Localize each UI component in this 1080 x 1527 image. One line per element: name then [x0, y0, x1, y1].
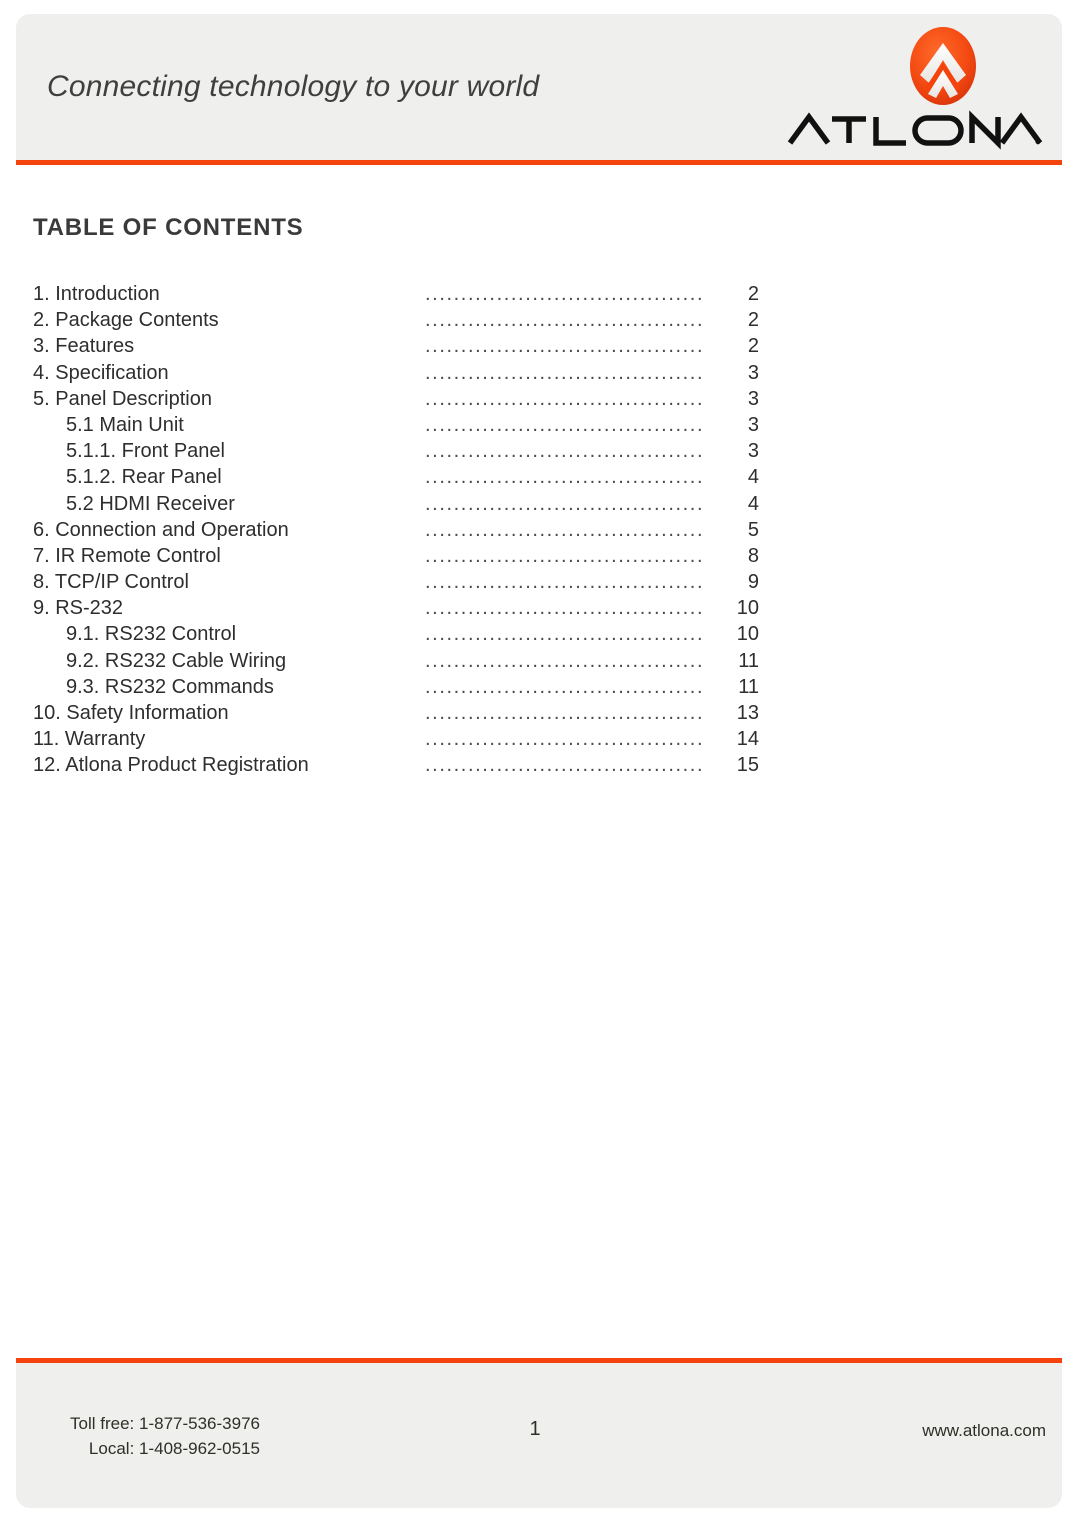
page-title: TABLE OF CONTENTS — [33, 214, 304, 241]
toc-entry[interactable]: 9.1. RS232 Control......................… — [33, 621, 759, 647]
toc-entry-page-number: 4 — [747, 492, 759, 515]
toc-entry[interactable]: 9.3. RS232 Commands.....................… — [33, 674, 759, 700]
footer-website: www.atlona.com — [922, 1421, 1046, 1440]
toc-leader-dots: ........................................… — [425, 702, 701, 724]
toc-entry[interactable]: 7. IR Remote Control....................… — [33, 543, 759, 569]
toc-leader-dots: ........................................… — [425, 518, 701, 541]
toc-entry-label: 5. Panel Description — [33, 387, 212, 410]
toc-leader-dots: ........................................… — [425, 309, 701, 332]
toc-entry[interactable]: 10. Safety Information..................… — [33, 700, 759, 726]
toc-entry[interactable]: 6. Connection and Operation.............… — [33, 517, 759, 543]
footer-contact-info: Toll free: 1-877-536-3976 Local: 1-408-9… — [30, 1411, 260, 1461]
toc-leader-dots: ........................................… — [425, 544, 701, 567]
toc-entry-label: 11. Warranty — [33, 728, 146, 751]
table-of-contents-list: 1. Introduction.........................… — [33, 281, 759, 779]
footer-toll-free: Toll free: 1-877-536-3976 — [70, 1414, 260, 1433]
document-page: Connecting technology to your world TABL… — [0, 0, 1080, 1527]
toc-entry[interactable]: 11. Warranty............................… — [33, 726, 759, 752]
toc-entry[interactable]: 4. Specification........................… — [33, 360, 759, 386]
toc-leader-dots: ........................................… — [425, 413, 701, 436]
atlona-chevron-logo-icon — [903, 26, 983, 106]
toc-entry[interactable]: 9. RS-232...............................… — [33, 595, 759, 621]
toc-entry-page-number: 5 — [747, 518, 759, 541]
toc-entry-page-number: 3 — [747, 413, 759, 436]
toc-leader-dots: ........................................… — [425, 675, 701, 698]
toc-entry[interactable]: 1. Introduction.........................… — [33, 281, 759, 307]
toc-entry-page-number: 3 — [747, 387, 759, 410]
toc-leader-dots: ........................................… — [425, 387, 701, 410]
toc-leader-dots: ........................................… — [425, 649, 701, 672]
toc-entry-page-number: 10 — [736, 597, 759, 620]
toc-entry[interactable]: 3. Features.............................… — [33, 333, 759, 359]
toc-entry-label: 5.1.1. Front Panel — [66, 440, 225, 463]
header-accent-rule — [16, 160, 1062, 165]
toc-entry[interactable]: 5.2 HDMI Receiver.......................… — [33, 491, 759, 517]
toc-leader-dots: ........................................… — [425, 492, 701, 515]
toc-entry-label: 1. Introduction — [33, 283, 160, 305]
toc-entry[interactable]: 5. Panel Description....................… — [33, 386, 759, 412]
toc-entry-page-number: 10 — [736, 623, 759, 646]
toc-entry-label: 9.3. RS232 Commands — [66, 675, 274, 698]
toc-entry-page-number: 2 — [747, 335, 759, 358]
toc-leader-dots: ........................................… — [425, 623, 701, 646]
toc-entry-page-number: 2 — [747, 283, 759, 305]
toc-leader-dots: ........................................… — [425, 335, 701, 358]
toc-leader-dots: ........................................… — [425, 440, 701, 463]
toc-entry-page-number: 8 — [747, 544, 759, 567]
toc-entry-page-number: 9 — [747, 571, 759, 594]
header-tagline: Connecting technology to your world — [47, 70, 540, 103]
toc-entry[interactable]: 9.2. RS232 Cable Wiring.................… — [33, 648, 759, 674]
toc-entry-label: 3. Features — [33, 335, 135, 358]
toc-entry-label: 9. RS-232 — [33, 597, 124, 620]
toc-leader-dots: ........................................… — [425, 754, 701, 777]
toc-entry-label: 2. Package Contents — [33, 309, 219, 332]
toc-entry-label: 5.1.2. Rear Panel — [66, 466, 222, 489]
toc-entry-page-number: 4 — [747, 466, 759, 489]
footer-local-phone: Local: 1-408-962-0515 — [88, 1439, 260, 1458]
toc-entry-label: 10. Safety Information — [33, 702, 229, 724]
toc-leader-dots: ........................................… — [425, 466, 701, 489]
atlona-logo — [780, 26, 1046, 151]
toc-entry-page-number: 14 — [736, 728, 759, 751]
toc-entry-page-number: 3 — [747, 361, 759, 384]
toc-entry[interactable]: 2. Package Contents.....................… — [33, 307, 759, 333]
toc-entry-page-number: 11 — [738, 675, 759, 698]
toc-entry-label: 5.1 Main Unit — [66, 413, 184, 436]
toc-entry[interactable]: 5.1.1. Front Panel......................… — [33, 438, 759, 464]
toc-entry-page-number: 15 — [736, 754, 759, 777]
toc-entry-page-number: 2 — [747, 309, 759, 332]
toc-leader-dots: ........................................… — [425, 283, 701, 305]
toc-entry[interactable]: 12. Atlona Product Registration.........… — [33, 752, 759, 778]
toc-entry-label: 6. Connection and Operation — [33, 518, 289, 541]
atlona-wordmark — [786, 108, 1046, 150]
toc-entry-label: 9.2. RS232 Cable Wiring — [66, 649, 287, 672]
toc-entry[interactable]: 5.1.2. Rear Panel.......................… — [33, 464, 759, 490]
toc-leader-dots: ........................................… — [425, 571, 701, 594]
toc-entry-label: 5.2 HDMI Receiver — [66, 492, 235, 515]
toc-entry[interactable]: 8. TCP/IP Control.......................… — [33, 569, 759, 595]
toc-entry[interactable]: 5.1 Main Unit...........................… — [33, 412, 759, 438]
toc-entry-page-number: 3 — [747, 440, 759, 463]
toc-entry-label: 9.1. RS232 Control — [66, 623, 237, 646]
toc-entry-label: 12. Atlona Product Registration — [33, 754, 309, 777]
toc-entry-page-number: 13 — [736, 702, 759, 724]
toc-entry-label: 8. TCP/IP Control — [33, 571, 189, 594]
toc-entry-label: 4. Specification — [33, 361, 169, 384]
toc-leader-dots: ........................................… — [425, 597, 701, 620]
toc-entry-label: 7. IR Remote Control — [33, 544, 221, 567]
toc-leader-dots: ........................................… — [425, 361, 701, 384]
footer-page-number: 1 — [529, 1418, 541, 1440]
toc-entry-page-number: 11 — [738, 649, 759, 672]
toc-leader-dots: ........................................… — [425, 728, 701, 751]
